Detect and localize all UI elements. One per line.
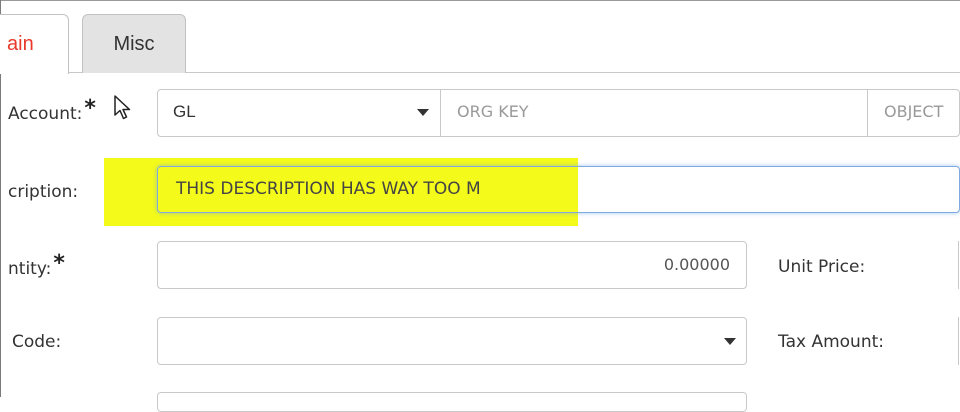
tab-main[interactable]: ain (0, 14, 69, 74)
org-key-input[interactable]: ORG KEY (441, 89, 868, 137)
required-asterisk: * (53, 251, 65, 276)
tab-misc[interactable]: Misc (82, 14, 186, 73)
code-label: Code: (12, 332, 62, 352)
next-field-partial[interactable] (157, 392, 747, 412)
quantity-value: 0.00000 (663, 255, 730, 274)
top-border (0, 0, 960, 1)
chevron-down-icon (724, 338, 736, 345)
chevron-down-icon (417, 109, 429, 116)
object-placeholder: OBJECT (884, 102, 944, 121)
description-value: THIS DESCRIPTION HAS WAY TOO M (176, 179, 481, 199)
code-select[interactable] (157, 317, 747, 365)
description-label: cription: (8, 182, 79, 202)
account-type-select[interactable]: GL (157, 89, 441, 137)
quantity-label: ntity:* (8, 251, 65, 279)
account-label: Account:* (8, 96, 96, 124)
object-input[interactable]: OBJECT (868, 89, 960, 137)
unit-price-label: Unit Price: (778, 257, 866, 277)
tax-amount-input-edge[interactable] (958, 317, 959, 365)
tab-misc-label: Misc (113, 33, 155, 55)
required-asterisk: * (84, 96, 96, 121)
org-key-placeholder: ORG KEY (457, 102, 529, 121)
unit-price-input-edge[interactable] (958, 241, 959, 289)
account-type-value: GL (173, 102, 196, 121)
mouse-cursor-icon (114, 95, 131, 120)
tab-main-label: ain (7, 33, 34, 55)
tax-amount-label: Tax Amount: (778, 332, 884, 352)
